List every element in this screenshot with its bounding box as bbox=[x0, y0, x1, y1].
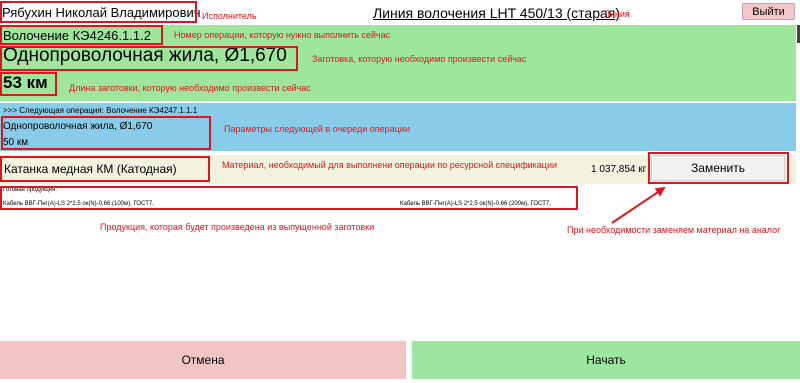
material-highlight bbox=[0, 156, 210, 182]
note-line: Линия bbox=[604, 9, 630, 19]
note-length: Длина заготовки, которую необходимо прои… bbox=[69, 83, 311, 93]
note-blank: Заготовка, которую необходимо произвести… bbox=[312, 54, 527, 64]
blank-length-highlight bbox=[0, 72, 57, 96]
worker-highlight bbox=[0, 1, 197, 23]
start-button[interactable]: Начать bbox=[412, 341, 800, 379]
products-highlight bbox=[0, 186, 578, 210]
note-replace: При необходимости заменяем материал на а… bbox=[567, 225, 781, 235]
line-title: Линия волочения LHT 450/13 (старая) bbox=[373, 5, 621, 21]
next-operation-caption: >>> Следующая операция: Волочение КЭ4247… bbox=[3, 106, 198, 115]
note-worker: Исполнитель bbox=[202, 11, 257, 21]
next-params-highlight bbox=[1, 116, 211, 150]
note-products: Продукция, которая будет произведена из … bbox=[100, 222, 375, 232]
note-material: Материал, необходимый для выполнени опер… bbox=[222, 160, 558, 170]
note-operation-code: Номер операции, которую нужно выполнить … bbox=[174, 30, 391, 40]
cancel-button[interactable]: Отмена bbox=[0, 341, 406, 379]
operation-code-highlight bbox=[0, 25, 163, 45]
blank-name-highlight bbox=[0, 46, 298, 71]
exit-button[interactable]: Выйти bbox=[742, 3, 795, 20]
replace-highlight bbox=[648, 152, 789, 184]
note-next-params: Параметры следующей в очереди операции bbox=[224, 124, 410, 134]
material-quantity: 1 037,854 кг bbox=[591, 164, 647, 175]
